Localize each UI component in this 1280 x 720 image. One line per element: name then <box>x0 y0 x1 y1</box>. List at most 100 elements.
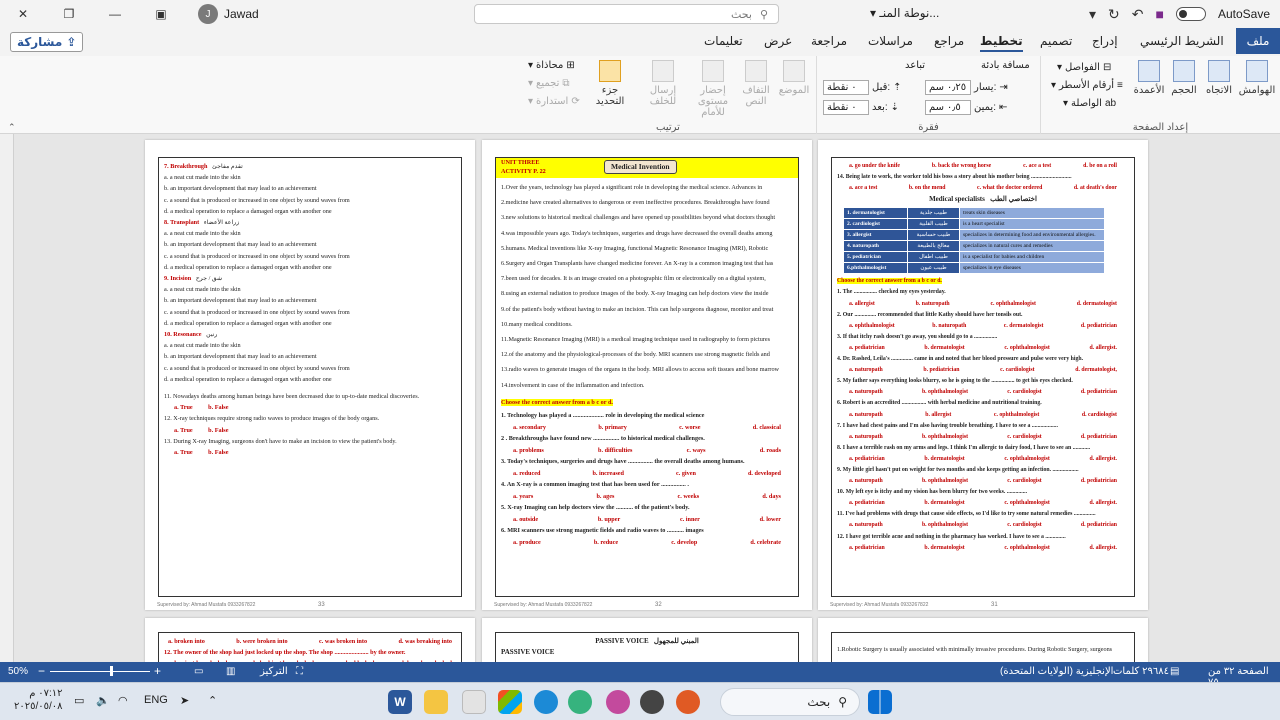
user-account[interactable]: J Jawad <box>198 4 259 24</box>
rotate-button[interactable]: ▾ استدارة ⟳ <box>528 96 580 107</box>
indent-left-field[interactable]: ٠٫٢٥ سم يسار: ⇥ <box>925 80 1008 95</box>
option: a. pediatrician <box>849 344 885 351</box>
tf-question-12: 12. X-ray techniques require strong radi… <box>164 415 380 423</box>
app-icon[interactable] <box>606 690 630 714</box>
focus-icon[interactable]: ⛶ <box>296 666 303 677</box>
zoom-slider-thumb[interactable] <box>110 666 113 676</box>
word-app-icon[interactable]: W <box>388 690 412 714</box>
collapse-ribbon-icon[interactable]: ⌃ <box>8 122 16 133</box>
indent-left-value[interactable]: ٠٫٢٥ سم <box>925 80 971 95</box>
group-button[interactable]: ▾ تجميع ⧉ <box>528 78 570 89</box>
line-numbers-button[interactable]: ▾ أرقام الأسطر ≡ <box>1051 80 1123 91</box>
selection-pane-button[interactable]: جزء التحديد <box>588 60 632 107</box>
indent-right-field[interactable]: ٠٫٥ سم يمين: ⇤ <box>925 100 1007 115</box>
tab-references[interactable]: مراجع <box>934 34 964 48</box>
store-icon[interactable] <box>498 690 522 714</box>
margins-button[interactable]: الهوامش <box>1237 60 1277 96</box>
taskbar-search[interactable]: بحث ⚲ <box>720 688 860 716</box>
search-placeholder: بحث <box>730 8 752 21</box>
battery-icon[interactable]: ▭ <box>74 694 84 707</box>
send-backward-label: إرسال للخلف <box>649 85 677 107</box>
input-language[interactable]: ENG <box>144 694 168 706</box>
indent-right-value[interactable]: ٠٫٥ سم <box>925 100 971 115</box>
robotic-surgery-text: 1.Robotic Surgery is usually associated … <box>837 646 1113 653</box>
search-input[interactable]: بحث ⚲ <box>474 4 779 24</box>
share-button[interactable]: مشاركة ⇪ <box>10 32 84 52</box>
document-area: 7. Breakthrough تقدم مفاجئ a. a neat cut… <box>0 134 1280 662</box>
document-title[interactable]: ▾ نوطة المنـ... <box>870 6 939 20</box>
option: a. naturopath <box>849 478 883 485</box>
restore-icon[interactable]: ❐ <box>46 0 92 28</box>
edge-icon[interactable] <box>534 690 558 714</box>
option: d. classical <box>752 423 781 431</box>
option: c. cardiologist <box>1000 367 1035 374</box>
tab-mailings[interactable]: مراسلات <box>868 34 913 48</box>
notepad-icon[interactable] <box>462 690 486 714</box>
language-status[interactable]: الإنجليزية (الولايات المتحدة) <box>1000 666 1113 677</box>
ribbon-display-icon[interactable]: ▣ <box>138 0 184 28</box>
option-b: an important development that may lead t… <box>170 297 317 305</box>
mcq-options: a. reduced b. increased c. given d. develop… <box>501 468 793 480</box>
focus-mode-button[interactable]: التركيز <box>260 666 288 677</box>
spacing-before-field[interactable]: ٠ نقطة قبل: ⇡ <box>823 80 902 95</box>
file-explorer-icon[interactable] <box>424 690 448 714</box>
zoom-out-icon[interactable]: − <box>38 664 45 678</box>
breaks-button[interactable]: ▾ الفواصل ⊟ <box>1057 62 1111 73</box>
show-hidden-icons[interactable]: ⌃ <box>208 694 217 707</box>
spacing-after-field[interactable]: ٠ نقطة بعد: ⇣ <box>823 100 899 115</box>
volume-icon[interactable]: 🔈 <box>96 694 110 707</box>
send-backward-button[interactable]: إرسال للخلف <box>640 60 686 107</box>
position-button[interactable]: الموضع <box>774 60 814 96</box>
save-icon[interactable]: ■ <box>1155 6 1163 22</box>
word-count[interactable]: ٢٩٦٨٤ كلمات <box>1113 666 1169 677</box>
autosave-toggle[interactable] <box>1175 7 1206 21</box>
option: c. ace a test <box>1023 163 1052 169</box>
align-button[interactable]: ▾ محاذاة ⊞ <box>528 60 575 71</box>
wrap-text-button[interactable]: التفاف النص <box>738 60 774 107</box>
breaks-icon: ⊟ <box>1102 62 1112 73</box>
tab-layout[interactable]: تخطيط <box>980 34 1023 52</box>
proofing-icon[interactable]: ▤ <box>1170 666 1179 677</box>
bring-forward-icon <box>702 60 724 82</box>
tab-view[interactable]: عرض <box>764 34 792 48</box>
option: b. were broken into <box>236 638 288 645</box>
vertical-scrollbar[interactable] <box>0 134 14 662</box>
spacing-before-value[interactable]: ٠ نقطة <box>823 80 869 95</box>
hyphenation-button[interactable]: ▾ الواصلة ab <box>1063 98 1116 109</box>
orientation-icon <box>1208 60 1230 82</box>
tab-review[interactable]: مراجعة <box>811 34 847 48</box>
passage-line: 8.using an external radiation to produce… <box>501 290 769 298</box>
minimize-icon[interactable]: — <box>92 0 138 28</box>
clock[interactable]: ٠٧:١٢ م ٢٠٢٥/٠٥/٠٨ <box>14 687 63 713</box>
orientation-button[interactable]: الاتجاه <box>1201 60 1237 96</box>
wifi-icon[interactable]: ◠ <box>118 694 128 707</box>
app-icon-2[interactable] <box>640 690 664 714</box>
zoom-level[interactable]: 50% <box>8 666 28 677</box>
bring-forward-button[interactable]: إحضار مستوى للأمام <box>688 60 738 118</box>
mcq-options: a. naturopath b. ophthalmologist c. cardio… <box>837 432 1129 443</box>
clock-time: ٠٧:١٢ م <box>29 688 63 699</box>
spacing-after-value[interactable]: ٠ نقطة <box>823 100 869 115</box>
customize-qat-icon[interactable]: ▾ <box>1089 6 1096 23</box>
option-b: an important development that may lead t… <box>170 185 317 193</box>
app-icon-3[interactable] <box>676 690 700 714</box>
close-icon[interactable]: ✕ <box>0 0 46 28</box>
columns-button[interactable]: الأعمدة <box>1131 60 1167 96</box>
tab-design[interactable]: تصميم <box>1040 34 1072 48</box>
redo-icon[interactable]: ↻ <box>1108 6 1120 23</box>
read-mode-icon[interactable]: ▥ <box>226 666 235 677</box>
tab-file[interactable]: ملف <box>1236 28 1280 54</box>
option: b. ophthalmologist <box>921 522 969 529</box>
start-icon[interactable] <box>868 690 892 714</box>
tab-help[interactable]: تعليمات <box>704 34 743 48</box>
tab-insert[interactable]: إدراج <box>1092 34 1118 48</box>
chrome-icon[interactable] <box>568 690 592 714</box>
web-layout-icon[interactable]: ▭ <box>194 666 203 677</box>
mcq-options: a. pediatrician b. dermatologist c. ophtha… <box>837 343 1129 354</box>
zoom-slider[interactable] <box>50 671 150 672</box>
zoom-in-icon[interactable]: + <box>154 664 161 678</box>
size-button[interactable]: الحجم <box>1167 60 1201 96</box>
tab-home[interactable]: الشريط الرئيسي <box>1140 34 1224 48</box>
undo-icon[interactable]: ↶ <box>1132 6 1144 23</box>
send-icon[interactable]: ➤ <box>180 694 189 707</box>
